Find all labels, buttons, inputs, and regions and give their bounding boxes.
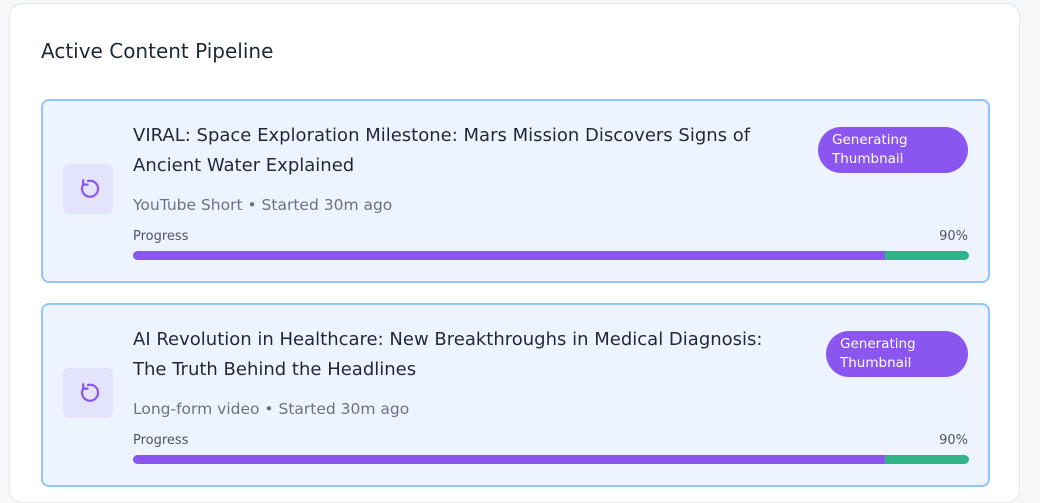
progress-label: Progress [133,229,189,244]
refresh-icon [63,164,113,214]
content-pipeline-panel: Active Content Pipeline VIRAL: Space Exp… [9,3,1020,503]
pipeline-item[interactable]: AI Revolution in Healthcare: New Breakth… [41,303,990,487]
item-meta: YouTube Short • Started 30m ago [133,196,393,214]
progress-percent: 90% [939,433,968,448]
status-badge: Generating Thumbnail [826,331,968,377]
item-title: VIRAL: Space Exploration Milestone: Mars… [133,125,751,176]
status-badge: Generating Thumbnail [818,127,968,173]
item-title: AI Revolution in Healthcare: New Breakth… [133,329,763,380]
panel-title: Active Content Pipeline [41,39,274,63]
progress-bar [133,455,969,464]
progress-label: Progress [133,433,189,448]
item-meta: Long-form video • Started 30m ago [133,400,410,418]
progress-fill [133,251,886,260]
refresh-icon [63,368,113,418]
progress-percent: 90% [939,229,968,244]
progress-fill [133,455,886,464]
pipeline-item[interactable]: VIRAL: Space Exploration Milestone: Mars… [41,99,990,283]
progress-bar [133,251,969,260]
